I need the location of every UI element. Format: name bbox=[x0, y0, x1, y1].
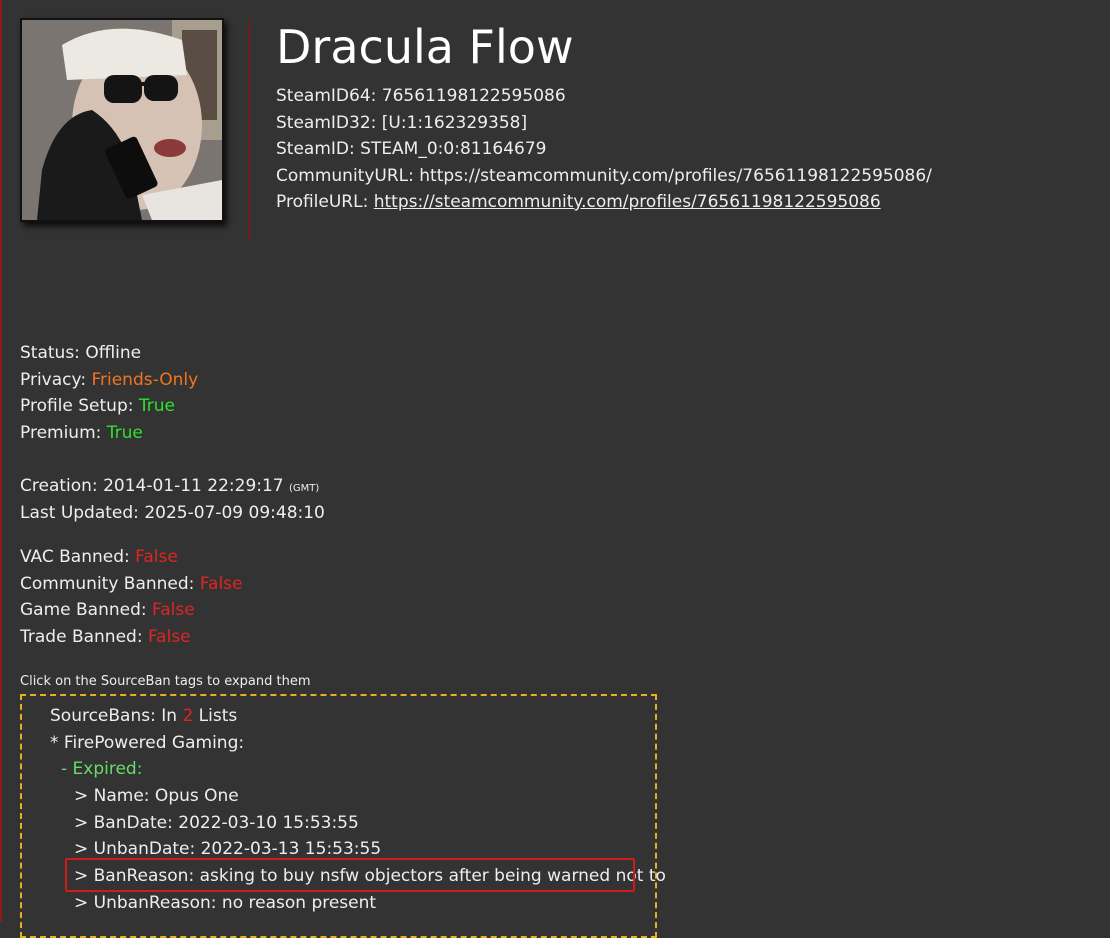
steamid64-label: SteamID64: bbox=[276, 86, 377, 106]
sourcebans-box[interactable]: SourceBans: In 2 Lists * FirePowered Gam… bbox=[20, 694, 666, 938]
steamid-label: SteamID: bbox=[276, 139, 355, 159]
community-banned-value: False bbox=[199, 573, 243, 594]
vac-banned-label: VAC Banned: bbox=[20, 547, 130, 567]
header-divider bbox=[248, 20, 250, 240]
left-border bbox=[0, 0, 2, 922]
privacy-row: Privacy: Friends-Only bbox=[20, 367, 198, 394]
sourcebans-header-suffix: Lists bbox=[193, 706, 238, 726]
id-list: SteamID64: 76561198122595086 SteamID32: … bbox=[276, 83, 932, 216]
premium-label: Premium: bbox=[20, 422, 102, 443]
dates-block: Creation: 2014-01-11 22:29:17 (GMT) Last… bbox=[20, 473, 325, 526]
sourceban-hint: Click on the SourceBan tags to expand th… bbox=[20, 674, 311, 689]
avatar-photo bbox=[22, 20, 222, 220]
trade-banned-label: Trade Banned: bbox=[20, 626, 143, 647]
profile-avatar bbox=[20, 18, 224, 222]
community-url-label: CommunityURL: bbox=[276, 165, 414, 186]
ban-name: > Name: Opus One bbox=[74, 786, 239, 807]
community-url-row: CommunityURL: https://steamcommunity.com… bbox=[276, 163, 932, 190]
community-url-value: https://steamcommunity.com/profiles/7656… bbox=[419, 165, 932, 186]
steamid32-value: [U:1:162329358] bbox=[381, 112, 528, 133]
last-updated-label: Last Updated: bbox=[20, 502, 139, 523]
trade-banned-row: Trade Banned: False bbox=[20, 624, 243, 651]
profile-name: Dracula Flow bbox=[276, 20, 574, 74]
game-banned-value: False bbox=[152, 600, 195, 620]
sourcebans-list-count: 2 bbox=[182, 706, 194, 726]
sourceban-server[interactable]: * FirePowered Gaming: bbox=[50, 730, 666, 757]
status-block: Status: Offline Privacy: Friends-Only Pr… bbox=[20, 340, 198, 446]
steamid64-row: SteamID64: 76561198122595086 bbox=[276, 83, 932, 110]
community-banned-label: Community Banned: bbox=[20, 573, 195, 594]
vac-banned-row: VAC Banned: False bbox=[20, 544, 243, 571]
profile-setup-row: Profile Setup: True bbox=[20, 393, 198, 420]
game-banned-row: Game Banned: False bbox=[20, 597, 243, 624]
steamid-row: SteamID: STEAM_0:0:81164679 bbox=[276, 136, 932, 163]
sourceban-state[interactable]: - Expired: bbox=[50, 756, 666, 783]
privacy-label: Privacy: bbox=[20, 369, 87, 390]
bans-block: VAC Banned: False Community Banned: Fals… bbox=[20, 544, 243, 650]
status-value: Offline bbox=[85, 343, 142, 363]
ban-reason-highlight bbox=[65, 858, 635, 892]
steamid-value: STEAM_0:0:81164679 bbox=[360, 139, 547, 159]
steamid32-row: SteamID32: [U:1:162329358] bbox=[276, 110, 932, 137]
ban-date: > BanDate: 2022-03-10 15:53:55 bbox=[74, 812, 359, 833]
steamid32-label: SteamID32: bbox=[276, 112, 377, 133]
trade-banned-value: False bbox=[147, 626, 191, 647]
privacy-value: Friends-Only bbox=[91, 369, 199, 390]
sourcebans-header[interactable]: SourceBans: In 2 Lists bbox=[50, 703, 666, 730]
sourcebans-header-prefix: SourceBans: In bbox=[50, 706, 183, 726]
steamid64-value: 76561198122595086 bbox=[381, 86, 566, 106]
last-updated-row: Last Updated: 2025-07-09 09:48:10 bbox=[20, 500, 325, 527]
creation-label: Creation: bbox=[20, 476, 98, 496]
profile-url-row: ProfileURL: https://steamcommunity.com/p… bbox=[276, 189, 932, 216]
profile-url-link[interactable]: https://steamcommunity.com/profiles/7656… bbox=[374, 192, 881, 212]
vac-banned-value: False bbox=[135, 547, 178, 567]
community-banned-row: Community Banned: False bbox=[20, 571, 243, 598]
premium-value: True bbox=[106, 422, 143, 443]
status-label: Status: bbox=[20, 343, 80, 363]
status-row: Status: Offline bbox=[20, 340, 198, 367]
profile-setup-label: Profile Setup: bbox=[20, 396, 134, 416]
last-updated-value: 2025-07-09 09:48:10 bbox=[144, 502, 325, 523]
game-banned-label: Game Banned: bbox=[20, 600, 147, 620]
premium-row: Premium: True bbox=[20, 420, 198, 447]
creation-row: Creation: 2014-01-11 22:29:17 (GMT) bbox=[20, 473, 325, 500]
creation-timezone: (GMT) bbox=[289, 483, 320, 494]
profile-url-label: ProfileURL: bbox=[276, 192, 369, 212]
profile-setup-value: True bbox=[138, 396, 175, 416]
creation-value: 2014-01-11 22:29:17 bbox=[103, 476, 284, 496]
unban-reason: > UnbanReason: no reason present bbox=[74, 892, 377, 913]
